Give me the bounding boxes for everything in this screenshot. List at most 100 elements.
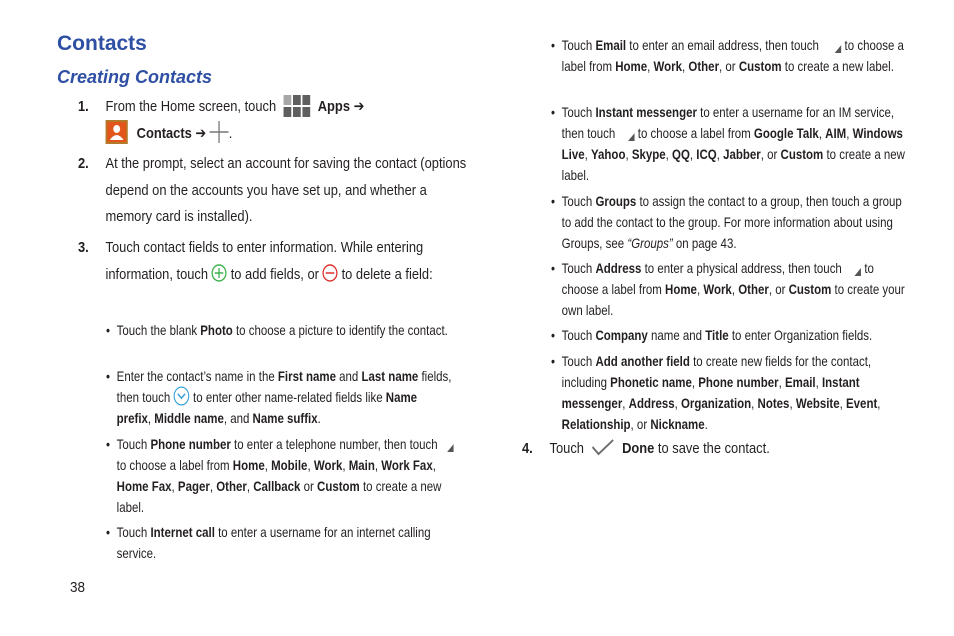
bullet-dot: • xyxy=(551,37,556,53)
label-option: Pager xyxy=(177,478,210,494)
field-title: Title xyxy=(705,327,729,343)
text: , and xyxy=(223,410,250,427)
text: Enter the contact’s name in the xyxy=(116,368,275,384)
field-email: Email xyxy=(595,37,627,53)
step-text: At the prompt, select an account for sav… xyxy=(105,155,467,225)
step-text: From the Home screen, touch xyxy=(105,98,277,115)
label-option: Skype xyxy=(631,146,666,162)
field-address: Address xyxy=(595,260,642,276)
text: to choose a picture to identify the cont… xyxy=(235,322,448,338)
label-option: Custom xyxy=(788,281,832,297)
field-instant-messenger: Instant messenger xyxy=(595,104,697,120)
section-heading: Creating Contacts xyxy=(57,67,213,87)
expand-chevron-icon xyxy=(173,386,190,406)
text: Touch xyxy=(561,104,593,120)
label-option: Work xyxy=(313,457,343,473)
bullet-dot: • xyxy=(106,436,111,452)
contacts-app-icon xyxy=(105,119,128,144)
text: , or xyxy=(630,416,648,432)
text: Touch xyxy=(561,260,593,276)
step-number: 1. xyxy=(78,98,89,115)
field-first-name: First name xyxy=(277,368,336,384)
field-option: Email xyxy=(784,374,816,390)
text: Touch the blank xyxy=(116,322,198,338)
field-phone-number: Phone number xyxy=(150,436,231,452)
field-option: Organization xyxy=(680,395,752,411)
text: to enter other name-related fields like xyxy=(193,389,383,405)
text: name and xyxy=(650,327,703,343)
field-option: Event xyxy=(846,395,878,411)
text: Touch xyxy=(116,436,148,452)
text: on page 43. xyxy=(675,235,737,251)
bullet-dot: • xyxy=(106,524,111,540)
label-option: Custom xyxy=(317,478,360,494)
bullet-dot: • xyxy=(551,327,556,343)
step-number: 2. xyxy=(78,155,89,172)
apps-grid-icon xyxy=(283,93,311,118)
arrow: ➔ xyxy=(353,98,365,115)
label-option: Work Fax xyxy=(381,457,433,473)
bullet-dot: • xyxy=(551,104,556,120)
field-option: Relationship xyxy=(561,416,631,432)
field-name-suffix: Name suffix xyxy=(252,410,318,427)
field-internet-call: Internet call xyxy=(150,524,215,540)
text: and xyxy=(339,368,359,384)
text: to choose a label from xyxy=(637,125,751,141)
done-label: Done xyxy=(622,440,655,457)
text: Touch xyxy=(561,193,593,209)
text: , or xyxy=(760,146,778,162)
field-option: Notes xyxy=(757,395,790,411)
page-title: Contacts xyxy=(57,32,147,55)
label-option: Custom xyxy=(780,146,824,162)
field-company: Company xyxy=(595,327,648,343)
bullet-dot: • xyxy=(106,322,111,338)
label-option: Home xyxy=(615,58,648,74)
text: . xyxy=(317,410,321,427)
corner-triangle-icon xyxy=(854,268,862,277)
text: or xyxy=(303,478,314,494)
field-option: Nickname xyxy=(650,416,705,432)
field-option: Phone number xyxy=(698,374,779,390)
plus-icon xyxy=(209,120,229,143)
text: to enter a telephone number, then touch xyxy=(234,436,438,452)
label-option: ICQ xyxy=(696,146,717,162)
text: to create a new label. xyxy=(784,58,894,74)
step-text: to save the contact. xyxy=(657,440,770,457)
text: to enter a physical address, then touch xyxy=(644,260,842,276)
label-option: Yahoo xyxy=(591,146,626,162)
corner-triangle-icon xyxy=(447,444,454,453)
label-option: AIM xyxy=(825,125,847,141)
label-option: Home xyxy=(232,457,265,473)
text: , or xyxy=(719,58,736,74)
field-last-name: Last name xyxy=(361,368,419,384)
step-text: Touch xyxy=(549,440,584,457)
bullet-dot: • xyxy=(551,260,556,276)
groups-cross-reference-link[interactable]: “Groups” xyxy=(627,235,672,251)
label-option: Home Fax xyxy=(116,478,172,494)
corner-triangle-icon xyxy=(834,45,842,54)
label-option: Work xyxy=(653,58,683,74)
text: Touch xyxy=(561,353,593,369)
label-option: Other xyxy=(216,478,247,494)
text: Touch xyxy=(561,37,593,53)
text: to enter Organization fields. xyxy=(731,327,873,343)
field-option: Address xyxy=(628,395,675,411)
step-number: 4. xyxy=(522,440,533,457)
field-option: Phonetic name xyxy=(610,374,692,390)
label-option: Work xyxy=(703,281,732,297)
step-text: to delete a field: xyxy=(341,265,433,283)
corner-triangle-icon xyxy=(628,133,635,142)
text: Touch xyxy=(116,524,148,540)
period: . xyxy=(228,124,233,142)
remove-circle-icon xyxy=(322,263,338,282)
field-option: Website xyxy=(795,395,840,411)
label-option: Mobile xyxy=(271,457,308,473)
label-option: Other xyxy=(688,58,720,74)
label-option: Google Talk xyxy=(753,125,819,141)
text: , xyxy=(147,410,152,427)
bullet-dot: • xyxy=(551,193,556,209)
page-number: 38 xyxy=(70,579,86,596)
text: Touch xyxy=(561,327,593,343)
text: to enter an email address, then touch xyxy=(629,37,819,53)
bullet-dot: • xyxy=(551,353,556,369)
